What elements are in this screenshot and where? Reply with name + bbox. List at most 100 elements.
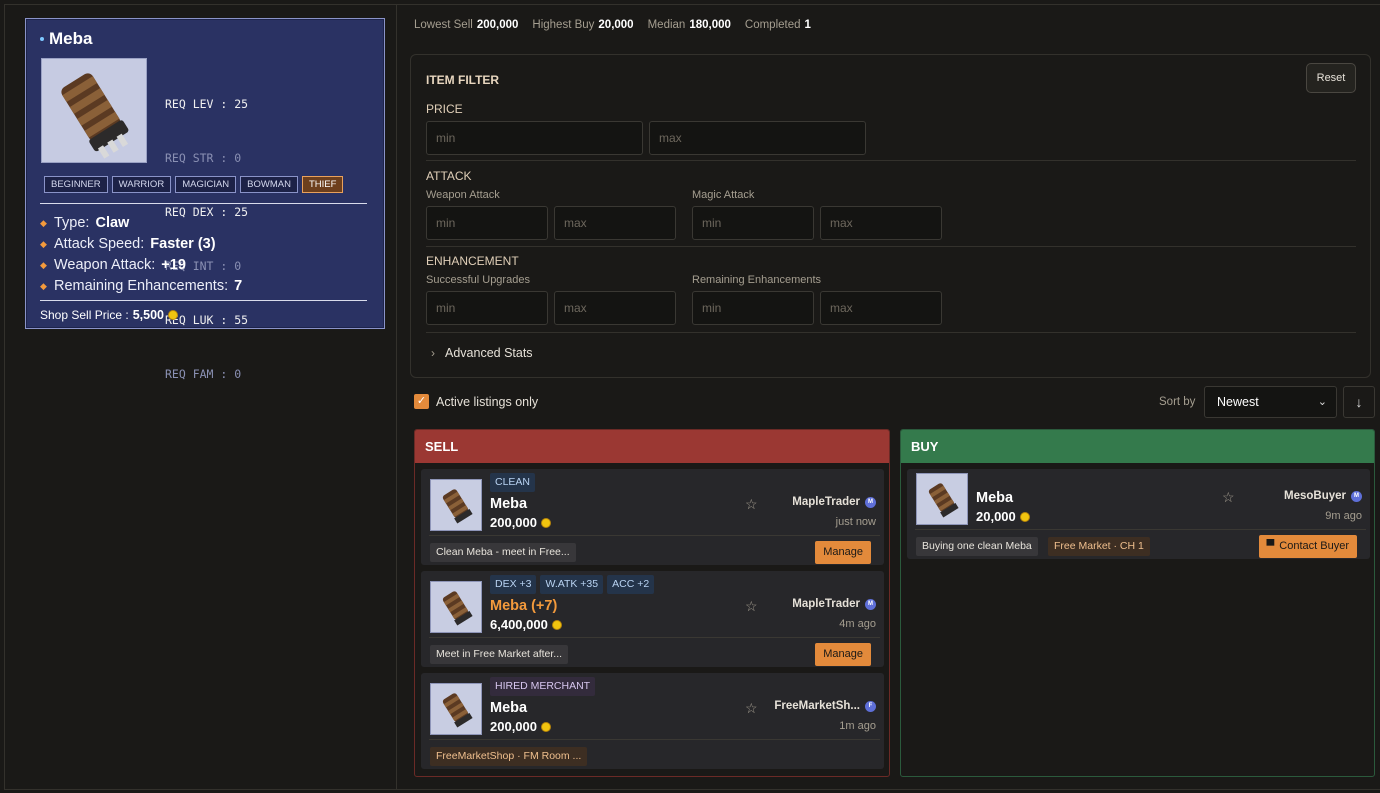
sell-panel-title: SELL — [415, 430, 889, 463]
listing-note: Clean Meba - meet in Free... — [430, 543, 576, 562]
req-row: REQ LEV : 25 — [165, 97, 249, 111]
seller-name[interactable]: FreeMarketSh... F — [774, 700, 876, 712]
stat-row: ◆ Attack Speed: Faster (3) — [40, 234, 242, 255]
job-badge-magician: MAGICIAN — [175, 176, 237, 193]
listing-price: 200,000 — [490, 719, 551, 734]
item-name-text: Meba — [49, 29, 93, 48]
app-frame: Meba REQ LEV: 25 REQ STR: 0 REQ DEX: … — [4, 4, 1380, 790]
diamond-bullet-icon: ◆ — [40, 239, 47, 249]
job-badge-beginner: BEGINNER — [44, 176, 108, 193]
list-item[interactable]: HIRED MERCHANT Meba 200,000 ☆ FreeMarket… — [421, 673, 884, 769]
tag: HIRED MERCHANT — [490, 677, 596, 696]
seller-name[interactable]: MapleTrader M — [792, 598, 876, 610]
listing-price: 200,000 — [490, 515, 551, 530]
shop-sell-price: Shop Sell Price : 5,500 — [40, 308, 178, 322]
listing-note: FreeMarketShop · FM Room ... — [430, 747, 588, 766]
reset-button[interactable]: Reset — [1306, 63, 1356, 93]
listing-item-name: Meba (+7) — [490, 598, 558, 614]
diamond-bullet-icon: ◆ — [40, 260, 47, 270]
item-stats: ◆ Type: Claw ◆ Attack Speed: Faster (3) ◆ Wea… — [40, 213, 242, 297]
listing-item-name: Meba — [976, 490, 1014, 506]
meso-coin-icon — [551, 619, 562, 630]
listing-tags: CLEAN — [490, 473, 536, 492]
successful-upgrades-label: Successful Upgrades — [426, 274, 530, 286]
listing-timestamp: 9m ago — [1325, 510, 1362, 522]
buy-panel-title: BUY — [901, 430, 1374, 463]
listing-timestamp: just now — [835, 516, 876, 528]
item-thumbnail — [430, 683, 482, 735]
item-image — [41, 58, 147, 163]
sell-panel: SELL CLEAN Meba 200,000 ☆ MapleTrader M j… — [414, 429, 890, 777]
price-min-input[interactable]: min — [426, 121, 643, 155]
seller-badge-icon: F — [865, 700, 876, 712]
divider — [40, 300, 367, 301]
seller-badge-icon: M — [865, 496, 876, 508]
sort-select[interactable]: Newest ⌄ — [1204, 386, 1337, 418]
median-price: Median 180,000 — [647, 19, 731, 31]
filter-title: ITEM FILTER — [426, 73, 500, 87]
manage-button[interactable]: Manage — [815, 643, 871, 666]
magic-attack-label: Magic Attack — [692, 189, 755, 201]
sort-label: Sort by — [1159, 396, 1196, 408]
sort-direction-button[interactable]: ↓ — [1343, 386, 1375, 418]
buy-panel: BUY Meba 20,000 ☆ MesoBuyer M 9m ago Buyi… — [900, 429, 1375, 777]
active-only-checkbox[interactable]: ✓ — [414, 394, 429, 409]
market-main: Lowest Sell 200,000 Highest Buy 20,000 Med… — [410, 5, 1375, 789]
star-outline-icon[interactable]: ☆ — [745, 700, 758, 717]
item-thumbnail — [916, 473, 968, 525]
divider — [429, 739, 880, 740]
attack-section-label: ATTACK — [426, 169, 472, 183]
price-section-label: PRICE — [426, 102, 463, 116]
price-max-input[interactable]: max — [649, 121, 866, 155]
stat-row: ◆ Remaining Enhancements: 7 — [40, 276, 242, 297]
tag: ACC +2 — [607, 575, 655, 594]
seller-name[interactable]: MapleTrader M — [792, 496, 876, 508]
upgrades-min-input[interactable]: min — [426, 291, 548, 325]
tag: DEX +3 — [490, 575, 537, 594]
weapon-attack-max-input[interactable]: max — [554, 206, 676, 240]
divider — [40, 203, 367, 204]
divider — [426, 332, 1356, 333]
contact-buyer-button[interactable]: ▀ Contact Buyer — [1258, 535, 1357, 558]
list-item[interactable]: Meba 20,000 ☆ MesoBuyer M 9m ago Buying o… — [907, 469, 1370, 559]
left-column: Meba REQ LEV: 25 REQ STR: 0 REQ DEX: … — [5, 5, 397, 789]
weapon-attack-min-input[interactable]: min — [426, 206, 548, 240]
list-item[interactable]: CLEAN Meba 200,000 ☆ MapleTrader M just n… — [421, 469, 884, 565]
star-outline-icon[interactable]: ☆ — [745, 598, 758, 615]
remaining-enh-min-input[interactable]: min — [692, 291, 814, 325]
diamond-bullet-icon: ◆ — [40, 218, 47, 228]
active-only-label: Active listings only — [436, 395, 539, 409]
claw-weapon-icon — [928, 483, 959, 518]
item-filter-panel: ITEM FILTER Reset PRICE min max ATTACK W… — [410, 54, 1371, 378]
claw-weapon-icon — [61, 73, 129, 159]
meso-coin-icon — [1019, 511, 1030, 522]
divider — [915, 529, 1366, 530]
listing-timestamp: 4m ago — [839, 618, 876, 630]
remaining-enh-max-input[interactable]: max — [820, 291, 942, 325]
meso-coin-icon — [541, 517, 551, 528]
list-item[interactable]: DEX +3 W.ATK +35 ACC +2 Meba (+7) 6,400,… — [421, 571, 884, 667]
divider — [429, 637, 880, 638]
chevron-right-icon: › — [431, 346, 435, 360]
item-tooltip-card: Meba REQ LEV: 25 REQ STR: 0 REQ DEX: … — [25, 18, 385, 381]
item-thumbnail — [430, 479, 482, 531]
buyer-name[interactable]: MesoBuyer M — [1284, 490, 1362, 502]
buyer-badge-icon: M — [1351, 490, 1362, 502]
tag: W.ATK +35 — [540, 575, 604, 594]
magic-attack-min-input[interactable]: min — [692, 206, 814, 240]
upgrades-max-input[interactable]: max — [554, 291, 676, 325]
star-outline-icon[interactable]: ☆ — [745, 496, 758, 513]
listing-price: 6,400,000 — [490, 617, 562, 632]
divider — [429, 535, 880, 536]
manage-button[interactable]: Manage — [815, 541, 871, 564]
divider — [426, 160, 1356, 161]
arrow-down-icon: ↓ — [1355, 394, 1363, 410]
listing-timestamp: 1m ago — [839, 720, 876, 732]
req-row: REQ STR : 0 — [165, 151, 242, 165]
advanced-stats-toggle[interactable]: › Advanced Stats — [431, 346, 533, 360]
listing-note: Meet in Free Market after... — [430, 645, 569, 664]
meso-coin-icon — [168, 310, 178, 320]
star-outline-icon[interactable]: ☆ — [1222, 489, 1235, 506]
magic-attack-max-input[interactable]: max — [820, 206, 942, 240]
market-summary: Lowest Sell 200,000 Highest Buy 20,000 Med… — [414, 19, 811, 31]
